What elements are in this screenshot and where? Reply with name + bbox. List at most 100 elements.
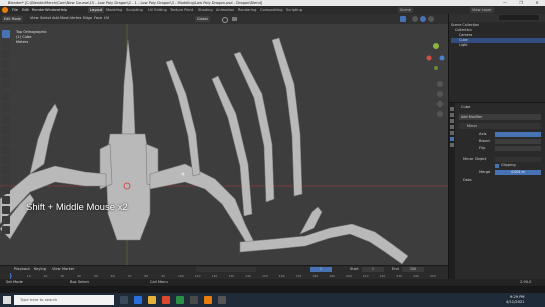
data-props-icon[interactable] <box>450 143 454 147</box>
header-menu-mesh[interactable]: Mesh <box>60 16 69 21</box>
loop-cut-tool-icon[interactable] <box>2 146 10 154</box>
object-props-icon[interactable] <box>450 131 454 135</box>
merge-distance-field[interactable]: 0.001 m <box>495 170 541 175</box>
taskbar-clock[interactable]: 9:29 PM <box>510 295 524 299</box>
menu-file[interactable]: File <box>12 8 18 12</box>
taskbar-date[interactable]: 4/11/2021 <box>506 300 524 304</box>
tab-uv-editing[interactable]: UV Editing <box>146 7 169 13</box>
timeline-menu-playback[interactable]: Playback <box>14 267 30 272</box>
scene-props-icon[interactable] <box>450 125 454 129</box>
bisect-toggle-group[interactable] <box>495 139 541 144</box>
modifier-props-icon[interactable] <box>450 137 454 141</box>
rip-tool-icon[interactable] <box>2 226 10 234</box>
tab-animation[interactable]: Animation <box>214 7 236 13</box>
render-props-icon[interactable] <box>450 113 454 117</box>
header-menu-add[interactable]: Add <box>52 16 59 21</box>
spin-tool-icon[interactable] <box>2 176 10 184</box>
current-frame-field[interactable]: 1 <box>310 267 332 272</box>
shading-material-icon[interactable] <box>420 16 426 22</box>
task-view-icon[interactable] <box>120 296 128 304</box>
windows-start-icon[interactable] <box>3 296 11 304</box>
app-icon-dark[interactable] <box>218 296 226 304</box>
output-props-icon[interactable] <box>450 119 454 123</box>
menu-render[interactable]: Render <box>32 8 45 12</box>
flip-toggle-group[interactable] <box>495 146 541 151</box>
app-icon-red[interactable] <box>162 296 170 304</box>
timeline-tick-label: 50 <box>94 274 98 278</box>
orientation-selector[interactable]: Global <box>195 16 210 22</box>
header-menu-edge[interactable]: Edge <box>83 16 92 21</box>
clipping-checkbox[interactable] <box>495 164 499 168</box>
app-icon-gray[interactable] <box>190 296 198 304</box>
cursor-tool-icon[interactable] <box>2 40 10 48</box>
rotate-tool-icon[interactable] <box>2 60 10 68</box>
navigation-gizmo <box>426 43 445 70</box>
select-box-tool-icon[interactable] <box>2 30 10 38</box>
timeline-tick-label: 170 <box>295 274 302 278</box>
knife-tool-icon[interactable] <box>2 156 10 164</box>
move-tool-icon[interactable] <box>2 50 10 58</box>
tab-modeling[interactable]: Modeling <box>104 7 124 13</box>
smooth-tool-icon[interactable] <box>2 186 10 194</box>
annotate-tool-icon[interactable] <box>2 93 10 101</box>
inset-tool-icon[interactable] <box>2 126 10 134</box>
shear-tool-icon[interactable] <box>2 216 10 224</box>
timeline-tick-label: 140 <box>245 274 251 278</box>
file-explorer-icon[interactable] <box>148 296 156 304</box>
playback-controls[interactable] <box>196 267 256 272</box>
viewport-grid <box>0 24 448 265</box>
tab-shading[interactable]: Shading <box>196 7 215 13</box>
header-menu-face[interactable]: Face <box>94 16 102 21</box>
header-menu-vertex[interactable]: Vertex <box>70 16 82 21</box>
transform-tool-icon[interactable] <box>2 80 10 88</box>
tab-rendering[interactable]: Rendering <box>236 7 258 13</box>
header-menu-select[interactable]: Select <box>40 16 51 21</box>
modifier-name-field[interactable]: Mirror <box>459 123 541 129</box>
tool-props-icon[interactable] <box>450 107 454 111</box>
taskbar-search-input[interactable]: Type here to search <box>14 295 114 305</box>
tab-layout[interactable]: Layout <box>88 7 105 13</box>
view-layer-selector[interactable]: View Layer <box>470 7 494 13</box>
timeline-menu-keying[interactable]: Keying <box>34 267 46 272</box>
edge-slide-tool-icon[interactable] <box>2 196 10 204</box>
scene-selector[interactable]: Scene <box>398 7 413 13</box>
scale-tool-icon[interactable] <box>2 70 10 78</box>
3d-viewport[interactable]: Top Orthographic (1) Cube Meters Shift +… <box>0 24 448 265</box>
blender-logo-icon[interactable] <box>2 7 8 13</box>
poly-build-tool-icon[interactable] <box>2 166 10 174</box>
tab-texture-paint[interactable]: Texture Paint <box>168 7 195 13</box>
app-icon-green[interactable] <box>176 296 184 304</box>
end-frame-label: End <box>392 267 399 271</box>
header-menu-view[interactable]: View <box>30 16 39 21</box>
measure-tool-icon[interactable] <box>2 103 10 111</box>
end-frame-field[interactable]: 250 <box>402 267 424 272</box>
menu-edit[interactable]: Edit <box>22 8 29 12</box>
timeline-tick-label: 100 <box>178 274 184 278</box>
timeline-menu-view[interactable]: View <box>52 267 61 272</box>
overlay-toggle-icon[interactable] <box>400 16 406 22</box>
axis-toggle-group[interactable] <box>495 132 541 137</box>
menu-window[interactable]: Window <box>45 8 59 12</box>
add-modifier-button[interactable]: Add Modifier <box>459 114 541 120</box>
snap-icon[interactable] <box>232 17 237 21</box>
blender-taskbar-icon[interactable] <box>204 296 212 304</box>
outliner-row[interactable]: Light <box>451 43 545 48</box>
pivot-icon[interactable] <box>222 17 228 23</box>
shrink-fatten-tool-icon[interactable] <box>2 206 10 214</box>
extrude-tool-icon[interactable] <box>2 116 10 124</box>
tab-sculpting[interactable]: Sculpting <box>124 7 145 13</box>
shading-solid-icon[interactable] <box>412 16 418 22</box>
menu-help[interactable]: Help <box>59 8 67 12</box>
timeline-menu-marker[interactable]: Marker <box>62 267 74 272</box>
bevel-tool-icon[interactable] <box>2 136 10 144</box>
data-panel-label[interactable]: Data <box>463 178 472 183</box>
start-frame-field[interactable]: 1 <box>362 267 384 272</box>
mirror-object-field[interactable] <box>495 157 541 162</box>
tab-scripting[interactable]: Scripting <box>284 7 304 13</box>
tab-compositing[interactable]: Compositing <box>258 7 285 13</box>
mode-selector[interactable]: Edit Mode <box>2 16 23 22</box>
outliner-search-input[interactable] <box>499 15 539 20</box>
shading-rendered-icon[interactable] <box>428 16 434 22</box>
edge-browser-icon[interactable] <box>134 296 142 304</box>
header-menu-uv[interactable]: UV <box>104 16 109 21</box>
